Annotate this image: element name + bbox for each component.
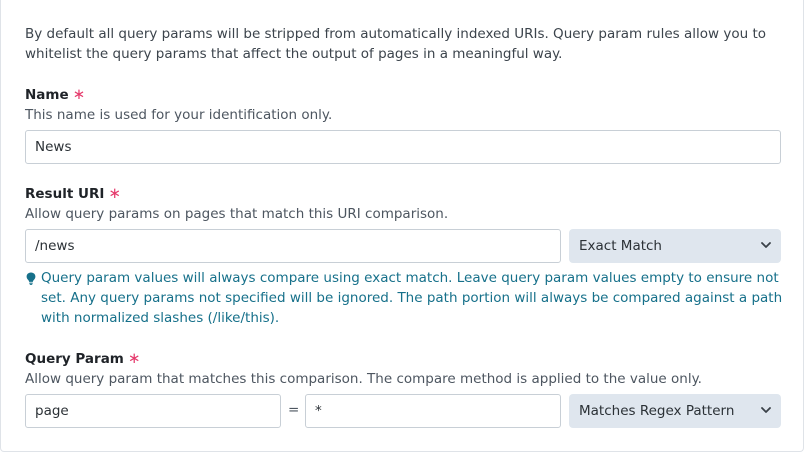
equals-sign: = bbox=[288, 402, 300, 418]
query-param-match-value: Matches Regex Pattern bbox=[579, 403, 735, 419]
result-uri-note: Query param values will always compare u… bbox=[25, 268, 785, 328]
chevron-down-icon bbox=[761, 407, 771, 413]
required-marker: ∗ bbox=[127, 349, 141, 367]
result-uri-label: Result URI ∗ bbox=[25, 184, 121, 203]
result-uri-match-select[interactable]: Exact Match bbox=[569, 229, 781, 263]
query-param-help: Allow query param that matches this comp… bbox=[25, 371, 702, 387]
query-param-label: Query Param ∗ bbox=[25, 349, 140, 368]
query-param-match-select[interactable]: Matches Regex Pattern bbox=[569, 394, 781, 428]
required-marker: ∗ bbox=[108, 184, 121, 202]
result-uri-label-text: Result URI bbox=[25, 186, 105, 202]
name-label: Name ∗ bbox=[25, 85, 85, 104]
result-uri-match-value: Exact Match bbox=[579, 238, 662, 254]
note-text: Query param values will always compare u… bbox=[41, 270, 783, 326]
query-param-label-text: Query Param bbox=[25, 351, 124, 367]
result-uri-help: Allow query params on pages that match t… bbox=[25, 206, 449, 222]
query-param-value-field[interactable]: * bbox=[305, 394, 561, 428]
intro-text: By default all query params will be stri… bbox=[25, 26, 766, 62]
name-help: This name is used for your identificatio… bbox=[25, 107, 333, 123]
chevron-down-icon bbox=[761, 242, 771, 248]
name-field[interactable]: News bbox=[25, 130, 781, 164]
lightbulb-icon bbox=[26, 272, 36, 285]
name-label-text: Name bbox=[25, 87, 69, 103]
query-param-rule-form: By default all query params will be stri… bbox=[0, 0, 804, 452]
result-uri-field[interactable]: /news bbox=[25, 229, 561, 263]
query-param-key-field[interactable]: page bbox=[25, 394, 281, 428]
required-marker: ∗ bbox=[72, 85, 86, 103]
